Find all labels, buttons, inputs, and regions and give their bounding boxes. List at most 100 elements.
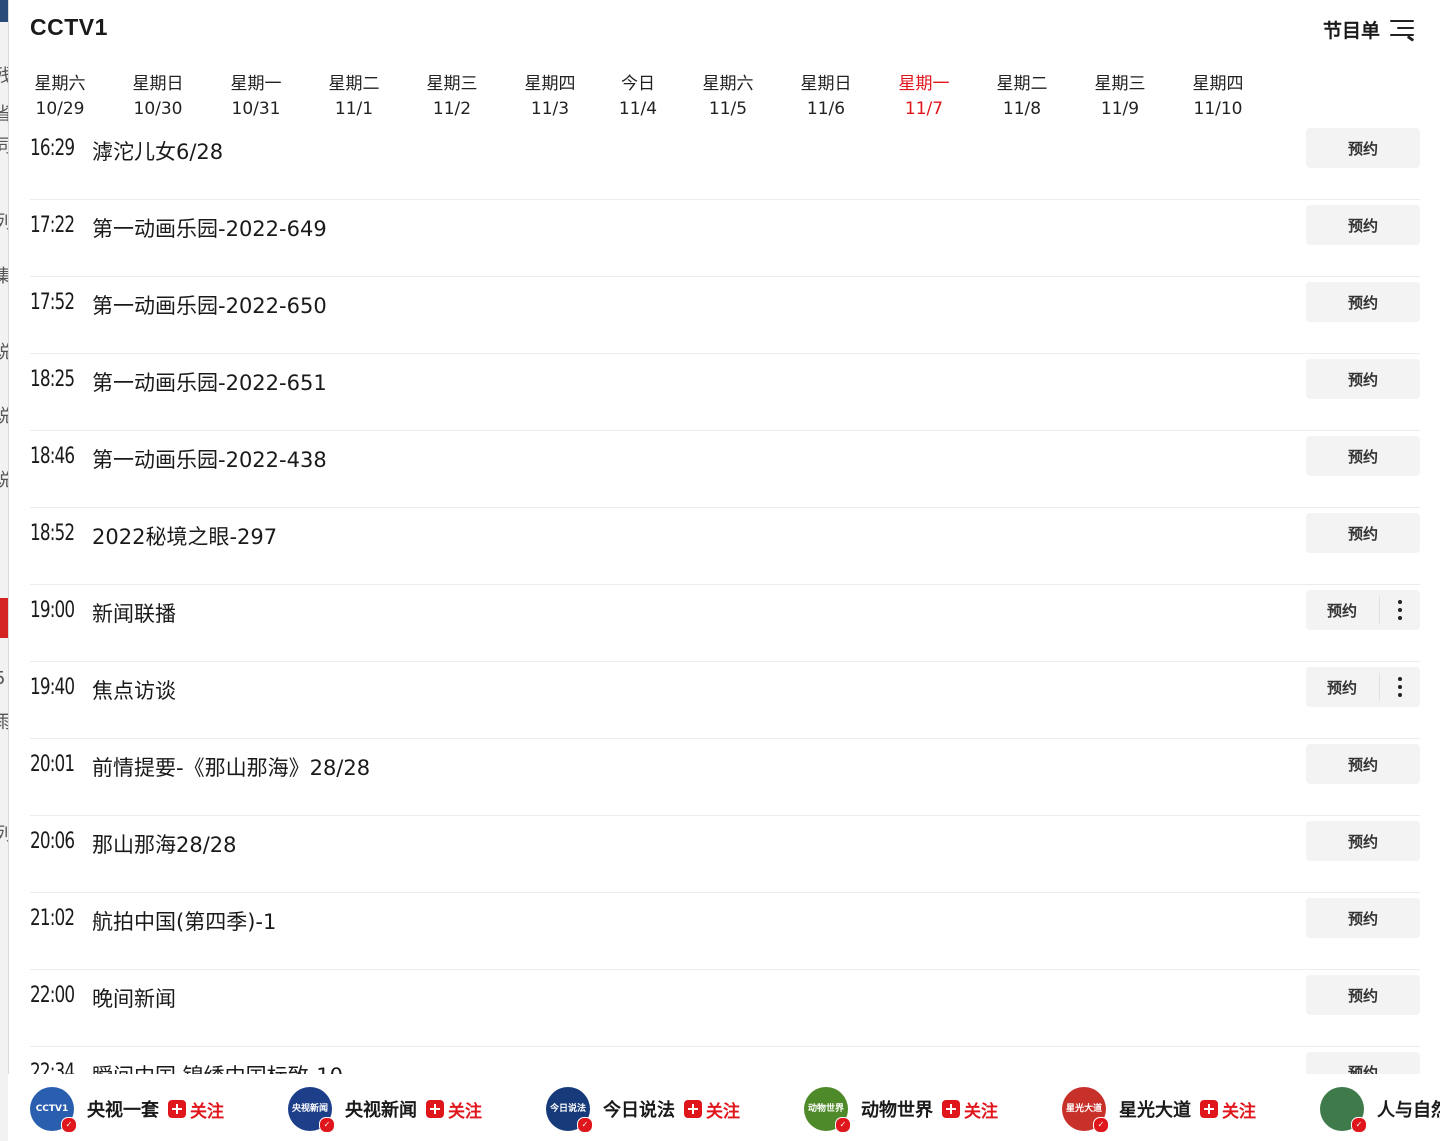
channel-name[interactable]: 央视新闻 xyxy=(345,1096,417,1122)
reserve-button[interactable]: 预约 xyxy=(1306,513,1420,553)
date-tab[interactable]: 星期二 11/1 xyxy=(322,72,386,122)
program-row: 20:06 那山那海28/28 预约 xyxy=(30,815,1420,893)
channel-logo[interactable]: ✓ xyxy=(1320,1087,1367,1133)
reserve-button[interactable]: 预约 xyxy=(1306,821,1420,861)
channel-card[interactable]: ✓ 人与自然 xyxy=(1320,1086,1440,1133)
program-time: 18:25 xyxy=(30,367,75,392)
date-tab[interactable]: 星期三 11/9 xyxy=(1088,72,1152,122)
program-title[interactable]: 焦点访谈 xyxy=(92,675,176,705)
channel-card[interactable]: 星光大道 ✓ 星光大道 关注 xyxy=(1062,1086,1256,1133)
follow-button[interactable]: 关注 xyxy=(168,1097,224,1122)
date-tab[interactable]: 星期四 11/3 xyxy=(518,72,582,122)
edge-glyph: 雨 xyxy=(0,708,8,734)
reserve-button[interactable]: 预约 xyxy=(1306,1052,1420,1074)
channel-logo-text: CCTV1 xyxy=(35,1104,69,1114)
program-title[interactable]: 第一动画乐园-2022-650 xyxy=(92,290,327,320)
channel-logo[interactable]: 今日说法 ✓ xyxy=(546,1087,593,1133)
program-title[interactable]: 2022秘境之眼-297 xyxy=(92,521,277,551)
date-tab[interactable]: 星期六 11/5 xyxy=(696,72,760,122)
date-tab-date: 11/8 xyxy=(1002,99,1042,119)
date-tab[interactable]: 今日 11/4 xyxy=(606,72,670,122)
channel-name[interactable]: 人与自然 xyxy=(1377,1096,1440,1122)
follow-button[interactable]: 关注 xyxy=(942,1097,998,1122)
date-tab-date: 11/2 xyxy=(432,99,472,119)
program-title[interactable]: 航拍中国(第四季)-1 xyxy=(92,906,276,936)
more-vertical-icon[interactable] xyxy=(1380,667,1420,707)
channel-name[interactable]: 今日说法 xyxy=(603,1096,675,1122)
date-tab[interactable]: 星期六 10/29 xyxy=(28,72,92,122)
channel-name[interactable]: 星光大道 xyxy=(1119,1096,1191,1122)
follow-button[interactable]: 关注 xyxy=(684,1097,740,1122)
channel-name[interactable]: 央视一套 xyxy=(87,1096,159,1122)
date-tab-day: 星期一 xyxy=(230,74,282,94)
program-title[interactable]: 第一动画乐园-2022-649 xyxy=(92,213,327,243)
follow-button[interactable]: 关注 xyxy=(1200,1097,1256,1122)
reserve-button[interactable]: 预约 xyxy=(1306,359,1420,399)
channel-logo-text: 央视新闻 xyxy=(291,1104,328,1114)
channel-logo[interactable]: 星光大道 ✓ xyxy=(1062,1087,1109,1133)
date-tabs: 星期六 10/29 星期日 10/30 星期一 10/31 星期二 11/1 星期三 11/2 星期… xyxy=(30,72,1280,128)
edge-glyph: 说 xyxy=(0,466,8,492)
date-tab[interactable]: 星期日 11/6 xyxy=(794,72,858,122)
reserve-button[interactable]: 预约 xyxy=(1306,205,1420,245)
reserve-button[interactable]: 预约 xyxy=(1306,898,1420,938)
program-title[interactable]: 第一动画乐园-2022-438 xyxy=(92,444,327,474)
program-title[interactable]: 晚间新闻 xyxy=(92,983,176,1013)
date-tab[interactable]: 星期一 10/31 xyxy=(224,72,288,122)
background-page-edge: 残省同列集说说说5雨列 xyxy=(0,0,9,1141)
schedule-button[interactable]: 节目单 xyxy=(1323,16,1415,43)
date-tab[interactable]: 星期三 11/2 xyxy=(420,72,484,122)
channel-logo-text: 星光大道 xyxy=(1065,1104,1102,1114)
channel-logo[interactable]: 央视新闻 ✓ xyxy=(288,1087,335,1133)
date-tab-date: 11/10 xyxy=(1193,99,1243,119)
edge-blue-block xyxy=(0,0,8,22)
program-row: 17:22 第一动画乐园-2022-649 预约 xyxy=(30,199,1420,277)
date-tab-date: 11/4 xyxy=(618,99,658,119)
date-tab[interactable]: 星期二 11/8 xyxy=(990,72,1054,122)
edge-red-block xyxy=(0,598,8,638)
date-tab-date: 10/31 xyxy=(231,99,281,119)
program-time: 20:01 xyxy=(30,752,75,777)
date-tab-date: 11/7 xyxy=(904,99,944,119)
reserve-button[interactable]: 预约 xyxy=(1306,744,1420,784)
date-tab-date: 11/1 xyxy=(334,99,374,119)
plus-icon xyxy=(168,1100,186,1118)
program-title[interactable]: 滹沱儿女6/28 xyxy=(92,136,223,166)
program-title[interactable]: 新闻联播 xyxy=(92,598,176,628)
date-tab[interactable]: 星期四 11/10 xyxy=(1186,72,1250,122)
program-title[interactable]: 瞬间中国·锦绣中国标致-10 xyxy=(92,1060,343,1074)
date-tab-day: 星期日 xyxy=(800,74,852,94)
reserve-button[interactable]: 预约 xyxy=(1306,282,1420,322)
program-time: 17:22 xyxy=(30,213,75,238)
channel-logo[interactable]: CCTV1 ✓ xyxy=(30,1087,77,1133)
verified-badge-icon: ✓ xyxy=(835,1117,851,1133)
channel-logo-text: 今日说法 xyxy=(549,1104,586,1114)
date-tab[interactable]: 星期一 11/7 xyxy=(892,72,956,122)
channel-card[interactable]: CCTV1 ✓ 央视一套 关注 xyxy=(30,1086,224,1133)
program-row: 19:40 焦点访谈 预约 xyxy=(30,661,1420,739)
program-title[interactable]: 第一动画乐园-2022-651 xyxy=(92,367,327,397)
program-title[interactable]: 那山那海28/28 xyxy=(92,829,237,859)
date-tab-day: 星期三 xyxy=(1094,74,1146,94)
program-time: 19:00 xyxy=(30,598,75,623)
reserve-button[interactable]: 预约 xyxy=(1306,436,1420,476)
program-time: 18:46 xyxy=(30,444,75,469)
channel-name[interactable]: 动物世界 xyxy=(861,1096,933,1122)
date-tab[interactable]: 星期日 10/30 xyxy=(126,72,190,122)
channel-bar: CCTV1 ✓ 央视一套 关注 央视新闻 ✓ 央视新闻 关注 今日说法 ✓ 今日说法 关注 动物世界 ✓ 动… xyxy=(8,1074,1440,1141)
channel-card[interactable]: 动物世界 ✓ 动物世界 关注 xyxy=(804,1086,998,1133)
verified-badge-icon: ✓ xyxy=(61,1117,77,1133)
program-time: 18:52 xyxy=(30,521,75,546)
channel-card[interactable]: 央视新闻 ✓ 央视新闻 关注 xyxy=(288,1086,482,1133)
follow-label: 关注 xyxy=(706,1101,740,1122)
channel-card[interactable]: 今日说法 ✓ 今日说法 关注 xyxy=(546,1086,740,1133)
program-title[interactable]: 前情提要-《那山那海》28/28 xyxy=(92,752,370,782)
channel-logo[interactable]: 动物世界 ✓ xyxy=(804,1087,851,1133)
reserve-button[interactable]: 预约 xyxy=(1306,667,1378,707)
more-vertical-icon[interactable] xyxy=(1380,590,1420,630)
reserve-button[interactable]: 预约 xyxy=(1306,590,1378,630)
reserve-button[interactable]: 预约 xyxy=(1306,975,1420,1015)
program-time: 16:29 xyxy=(30,136,75,161)
reserve-button[interactable]: 预约 xyxy=(1306,128,1420,168)
follow-button[interactable]: 关注 xyxy=(426,1097,482,1122)
